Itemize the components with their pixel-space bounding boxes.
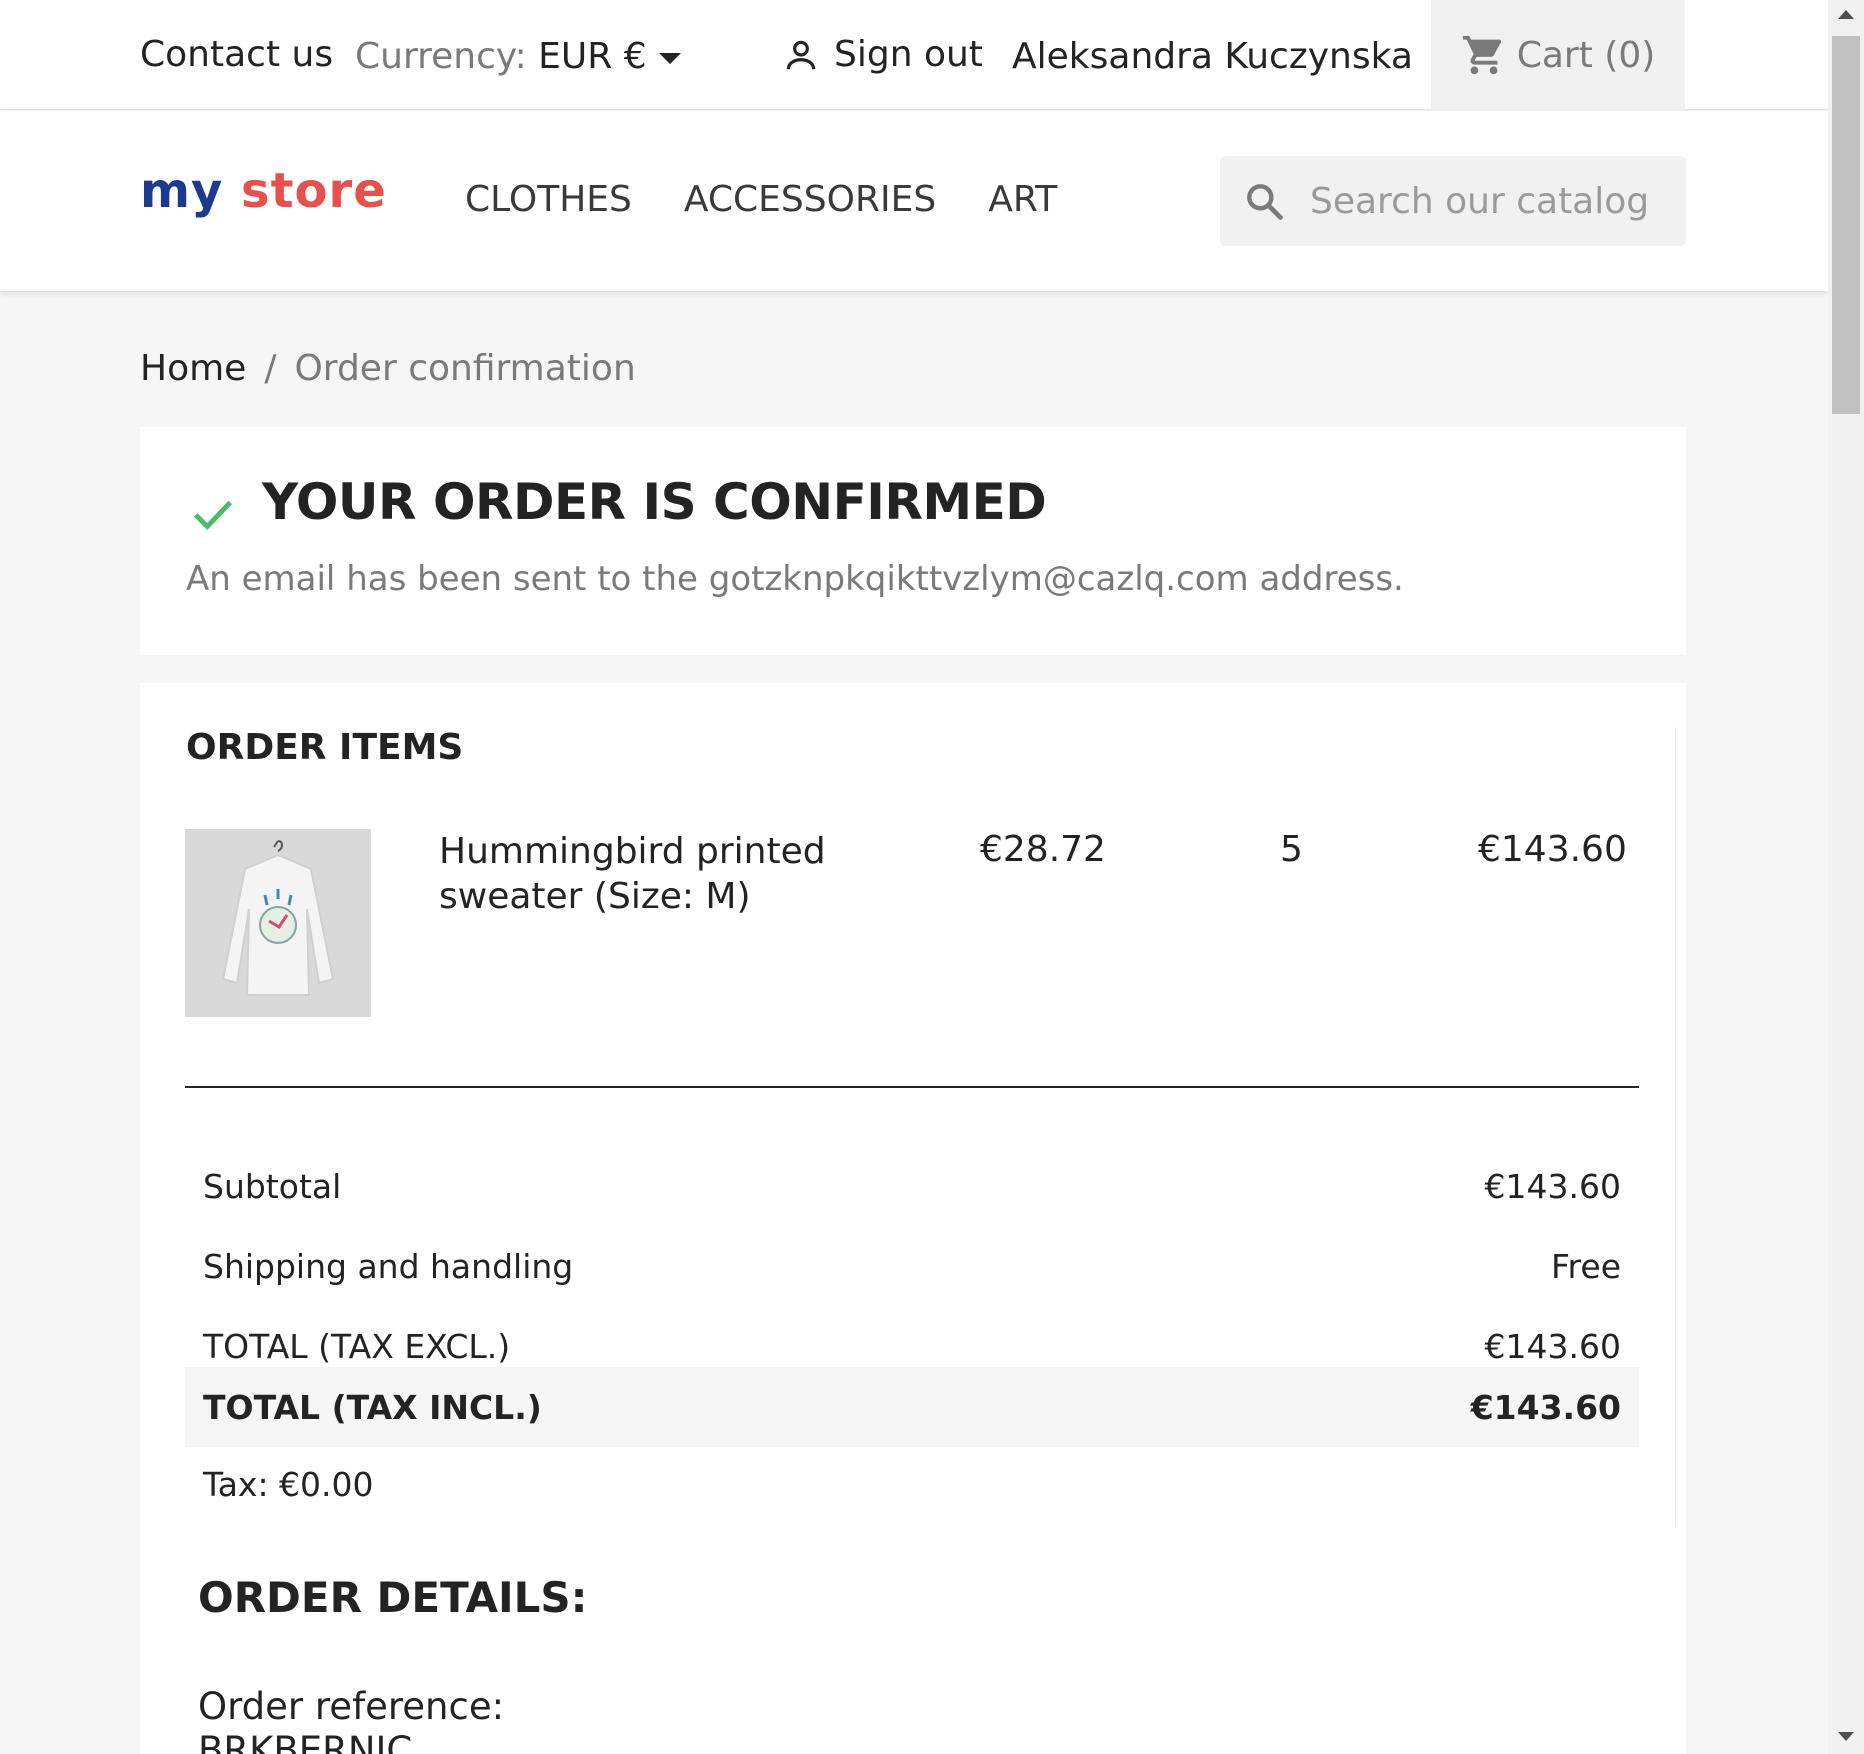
site-header: my store CLOTHES ACCESSORIES ART — [0, 111, 1828, 291]
currency-label: Currency: — [355, 36, 527, 77]
search-icon[interactable] — [1242, 179, 1286, 223]
shopping-cart-icon — [1462, 35, 1501, 75]
vertical-scrollbar[interactable] — [1828, 0, 1864, 1754]
scroll-down-arrow-icon[interactable] — [1838, 1732, 1854, 1741]
cart-label[interactable]: Cart — [1517, 35, 1593, 76]
tax-amount: Tax: €0.00 — [203, 1465, 374, 1504]
nav-item-clothes[interactable]: CLOTHES — [465, 179, 632, 220]
subtotal-label: Subtotal — [203, 1166, 342, 1206]
logo-part-store: store — [241, 163, 387, 219]
nav-item-accessories[interactable]: ACCESSORIES — [684, 179, 936, 220]
confirmation-title: YOUR ORDER IS CONFIRMED — [262, 473, 1047, 531]
account-name-link[interactable]: Aleksandra Kuczynska — [1012, 36, 1413, 77]
sweater-image — [221, 840, 335, 996]
order-items-heading: ORDER ITEMS — [186, 727, 464, 768]
subtotal-row: Subtotal €143.60 — [185, 1146, 1639, 1226]
order-reference-value: BRKBERNIC — [198, 1729, 413, 1754]
breadcrumb-home[interactable]: Home — [140, 348, 246, 389]
breadcrumb-separator: / — [264, 348, 277, 389]
order-items-panel: ORDER ITEMS Hummingbird printed sweater … — [140, 683, 1686, 1754]
shipping-label: Shipping and handling — [203, 1246, 574, 1286]
subtotal-value: €143.60 — [1484, 1166, 1621, 1206]
product-quantity: 5 — [1280, 829, 1303, 870]
shipping-row: Shipping and handling Free — [185, 1226, 1639, 1306]
total-tax-incl-label: TOTAL (TAX INCL.) — [203, 1387, 542, 1427]
total-tax-incl-row: TOTAL (TAX INCL.) €143.60 — [185, 1367, 1639, 1447]
sign-out-link[interactable]: Sign out — [782, 34, 983, 75]
checkmark-icon — [193, 500, 233, 531]
order-details-heading: ORDER DETAILS: — [198, 1573, 588, 1622]
product-name-link[interactable]: Hummingbird printed sweater (Size: M) — [439, 829, 839, 919]
main-nav: CLOTHES ACCESSORIES ART — [465, 179, 1057, 220]
product-line-total: €143.60 — [1478, 829, 1627, 870]
search-box[interactable] — [1220, 156, 1686, 246]
divider — [185, 1086, 1639, 1088]
product-unit-price: €28.72 — [980, 829, 1106, 870]
top-nav-bar: Contact us Currency: EUR € Sign out Alek… — [0, 0, 1828, 110]
cart-count: (0) — [1604, 34, 1656, 76]
order-confirmed-panel: YOUR ORDER IS CONFIRMED An email has bee… — [140, 427, 1686, 655]
order-reference-label: Order reference: — [198, 1685, 505, 1728]
currency-selector[interactable]: Currency: EUR € — [355, 36, 681, 77]
total-tax-excl-label: TOTAL (TAX EXCL.) — [203, 1326, 511, 1366]
logo-part-my: my — [140, 163, 224, 219]
contact-us-link[interactable]: Contact us — [140, 34, 333, 75]
user-icon — [786, 40, 816, 69]
nav-item-art[interactable]: ART — [988, 179, 1057, 220]
total-tax-excl-value: €143.60 — [1484, 1326, 1621, 1366]
product-thumbnail — [185, 829, 371, 1017]
shipping-value: Free — [1550, 1246, 1621, 1286]
caret-down-icon[interactable] — [658, 52, 681, 64]
search-input[interactable] — [1310, 180, 1670, 222]
scroll-up-arrow-icon[interactable] — [1838, 10, 1854, 19]
breadcrumb-current: Order confirmation — [294, 348, 636, 389]
scrollbar-thumb[interactable] — [1832, 36, 1860, 414]
divider — [1675, 727, 1676, 1527]
store-logo[interactable]: my store — [140, 163, 387, 219]
sign-out-label[interactable]: Sign out — [834, 34, 983, 75]
breadcrumb: Home / Order confirmation — [140, 348, 636, 389]
currency-value[interactable]: EUR € — [538, 36, 646, 77]
cart-button[interactable]: Cart (0) — [1431, 0, 1685, 110]
confirmation-message: An email has been sent to the gotzknpkqi… — [186, 559, 1404, 599]
total-tax-incl-value: €143.60 — [1470, 1387, 1621, 1427]
